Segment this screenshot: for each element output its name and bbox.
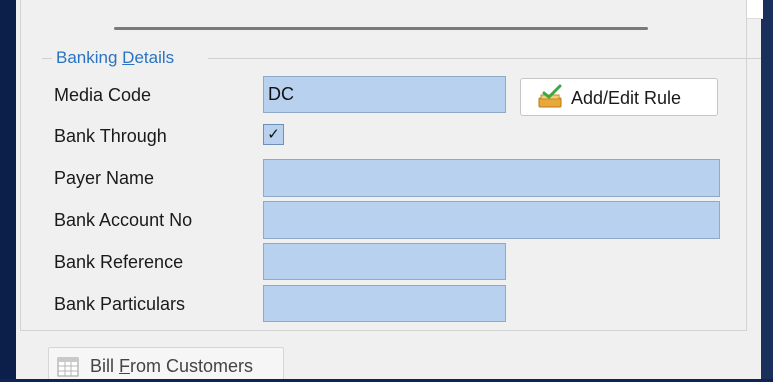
bank-particulars-label: Bank Particulars (54, 294, 186, 314)
add-edit-rule-label: Add/Edit Rule (571, 88, 682, 108)
bank-through-checkbox[interactable]: ✓ (263, 124, 284, 145)
tab-bill-from-customers-label: Bill From Customers (90, 355, 253, 377)
media-code-field[interactable] (263, 76, 506, 113)
tab-label-suffix: rom Customers (130, 356, 254, 376)
group-border-right (208, 58, 761, 59)
splitter-handle[interactable] (114, 27, 648, 30)
group-title-suffix: etails (134, 48, 175, 67)
edit-rule-icon (537, 84, 565, 110)
payer-name-label: Payer Name (54, 168, 155, 188)
desktop-edge-right (761, 0, 773, 379)
bank-reference-label: Bank Reference (54, 252, 184, 272)
group-title-mnemonic: D (122, 48, 135, 67)
add-edit-rule-button[interactable]: Add/Edit Rule (520, 78, 718, 116)
checkmark-icon: ✓ (267, 126, 280, 143)
media-code-label: Media Code (54, 85, 152, 105)
payer-name-field[interactable] (263, 159, 720, 197)
tab-label-prefix: Bill (90, 356, 120, 376)
bank-particulars-field[interactable] (263, 285, 506, 322)
grid-icon (57, 357, 79, 377)
desktop-edge-left (0, 0, 16, 379)
bank-account-label: Bank Account No (54, 210, 193, 230)
tab-bill-from-customers[interactable]: Bill From Customers (48, 347, 284, 379)
bank-reference-field[interactable] (263, 243, 506, 280)
bank-through-label: Bank Through (54, 126, 167, 146)
group-title-prefix: Banking (56, 48, 123, 67)
banking-details-group-title: Banking Details (56, 48, 174, 68)
group-border-left (42, 58, 52, 59)
tab-label-mnemonic: F (119, 356, 131, 376)
bank-account-field[interactable] (263, 201, 720, 239)
